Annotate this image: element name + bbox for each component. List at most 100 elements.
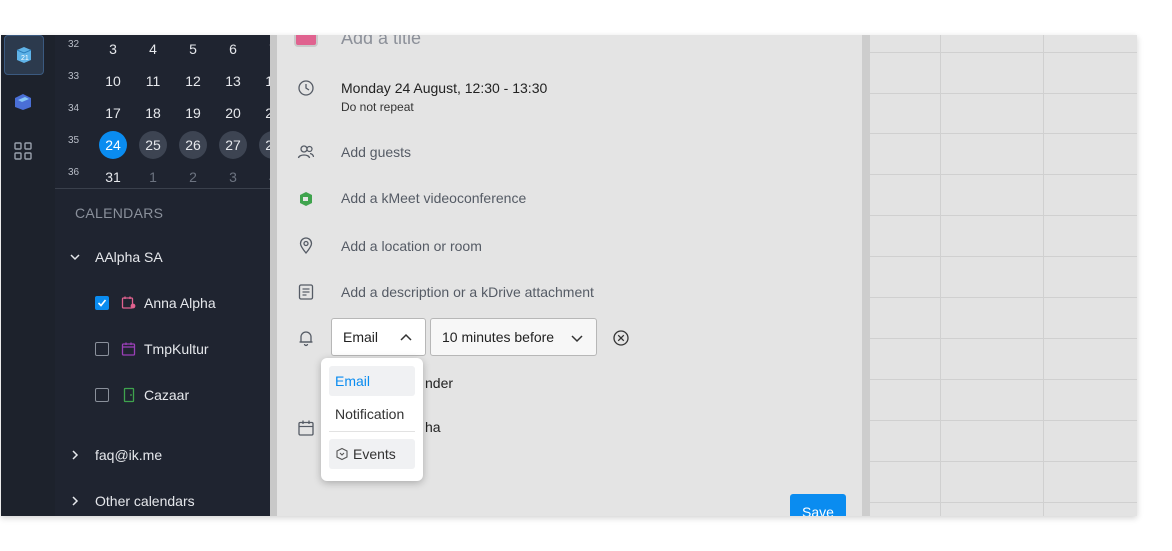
description-icon <box>297 283 315 301</box>
mini-calendar-day[interactable]: 3 <box>219 163 247 191</box>
guests-icon <box>297 143 315 161</box>
mini-calendar-day[interactable]: 31 <box>99 163 127 191</box>
add-reminder-label[interactable]: nder <box>425 375 453 391</box>
reminder-type-value: Email <box>343 329 379 345</box>
calendar-item-label: Cazaar <box>144 387 190 403</box>
grid-line <box>870 93 1137 94</box>
grid-line <box>870 502 1137 503</box>
bell-icon <box>297 329 315 347</box>
chevron-right-icon <box>69 449 81 461</box>
remove-reminder-button[interactable] <box>612 329 630 352</box>
grid-line <box>870 461 1137 462</box>
week-number: 32 <box>68 39 80 50</box>
panel-gutter <box>270 35 277 516</box>
grid-line <box>870 133 1137 134</box>
add-guests-field[interactable]: Add guests <box>341 144 411 160</box>
mini-calendar-day[interactable]: 12 <box>179 67 207 95</box>
mini-calendar-day[interactable]: 2 <box>179 163 207 191</box>
calendar-group-label: faq@ik.me <box>95 447 163 463</box>
dropdown-divider <box>329 431 415 432</box>
calendar-item-tmpkultur[interactable]: TmpKultur <box>95 341 209 357</box>
calendar-item-label: Anna Alpha <box>144 295 216 311</box>
chevron-right-icon <box>69 495 81 507</box>
panel-edge <box>862 35 870 516</box>
calendar-item-anna-alpha[interactable]: Anna Alpha <box>95 295 216 311</box>
mini-calendar-day[interactable]: 4 <box>139 35 167 63</box>
save-button[interactable]: Save <box>790 494 846 516</box>
event-repeat[interactable]: Do not repeat <box>341 100 414 114</box>
calendars-heading: CALENDARS <box>75 205 164 221</box>
svg-text:21: 21 <box>21 55 29 62</box>
calendar-select-label[interactable]: ha <box>425 419 441 435</box>
grid-line <box>940 35 941 516</box>
calendar-app-button[interactable]: 21 <box>4 35 44 75</box>
mini-calendar-day[interactable]: 1 <box>139 163 167 191</box>
calendar-group-label: Other calendars <box>95 493 195 509</box>
mini-calendar-day[interactable]: 6 <box>219 35 247 63</box>
calendar-checkbox[interactable] <box>95 296 109 310</box>
mini-calendar-day[interactable]: 10 <box>99 67 127 95</box>
dropdown-option-events[interactable]: Events <box>329 439 415 469</box>
week-grid <box>870 35 1137 516</box>
sidebar-divider <box>55 188 270 189</box>
mini-calendar-day[interactable]: 24 <box>99 131 127 159</box>
close-circle-icon <box>613 330 629 346</box>
mini-calendar-day[interactable]: 13 <box>219 67 247 95</box>
event-date-time[interactable]: Monday 24 August, 12:30 - 13:30 <box>341 80 547 96</box>
grid-line <box>1043 35 1044 516</box>
add-location-field[interactable]: Add a location or room <box>341 238 482 254</box>
event-title-input[interactable]: Add a title <box>341 35 421 49</box>
mini-calendar-day[interactable]: 19 <box>179 99 207 127</box>
dropdown-option-notification[interactable]: Notification <box>329 399 415 429</box>
mini-calendar-day[interactable]: 26 <box>179 131 207 159</box>
grid-icon <box>14 142 32 160</box>
apps-grid-button[interactable] <box>4 133 42 169</box>
mini-calendar-day[interactable]: 5 <box>179 35 207 63</box>
week-number: 34 <box>68 103 80 114</box>
event-color-swatch[interactable] <box>294 35 318 47</box>
mini-calendar-day[interactable]: 20 <box>219 99 247 127</box>
clock-icon <box>297 79 315 97</box>
reminder-time-select[interactable]: 10 minutes before <box>430 318 597 356</box>
mini-calendar-day[interactable]: 3 <box>99 35 127 63</box>
mini-calendar-day[interactable]: 27 <box>219 131 247 159</box>
calendar-group-other[interactable]: Other calendars <box>69 493 195 509</box>
grid-line <box>870 297 1137 298</box>
dropdown-option-email[interactable]: Email <box>329 366 415 396</box>
grid-line <box>870 52 1137 53</box>
sidebar: 3234567331011121314341718192021352425262… <box>55 35 287 516</box>
grid-line <box>870 420 1137 421</box>
mini-calendar-day[interactable]: 25 <box>139 131 167 159</box>
contacts-app-button[interactable] <box>4 83 42 119</box>
mini-calendar-day[interactable]: 18 <box>139 99 167 127</box>
contacts-app-icon <box>15 94 31 110</box>
events-icon <box>335 447 349 461</box>
calendar-checkbox[interactable] <box>95 388 109 402</box>
calendar-item-label: TmpKultur <box>144 341 209 357</box>
location-pin-icon <box>297 237 315 255</box>
dropdown-option-label: Events <box>353 446 396 462</box>
mini-calendar-day[interactable]: 11 <box>139 67 167 95</box>
chevron-up-icon <box>399 331 413 348</box>
add-videoconference-field[interactable]: Add a kMeet videoconference <box>341 190 526 206</box>
app-window: 21 3234567331011121314341718192021352425… <box>1 35 1137 516</box>
mini-calendar-day[interactable]: 17 <box>99 99 127 127</box>
kmeet-icon <box>297 190 315 208</box>
calendar-group-aalpha[interactable]: AAlpha SA <box>69 249 163 265</box>
grid-line <box>870 379 1137 380</box>
grid-line <box>870 215 1137 216</box>
add-description-field[interactable]: Add a description or a kDrive attachment <box>341 284 594 300</box>
calendar-icon <box>297 419 315 437</box>
door-icon <box>121 387 137 403</box>
user-calendar-icon <box>121 295 137 311</box>
reminder-type-select[interactable]: Email <box>331 318 426 356</box>
calendar-group-label: AAlpha SA <box>95 249 163 265</box>
calendar-checkbox[interactable] <box>95 342 109 356</box>
reminder-time-value: 10 minutes before <box>442 329 555 345</box>
app-rail: 21 <box>1 35 56 516</box>
week-number: 35 <box>68 135 80 146</box>
calendar-group-faq[interactable]: faq@ik.me <box>69 447 162 463</box>
chevron-down-icon <box>570 331 584 348</box>
calendar-item-cazaar[interactable]: Cazaar <box>95 387 189 403</box>
calendar-icon <box>121 341 137 357</box>
